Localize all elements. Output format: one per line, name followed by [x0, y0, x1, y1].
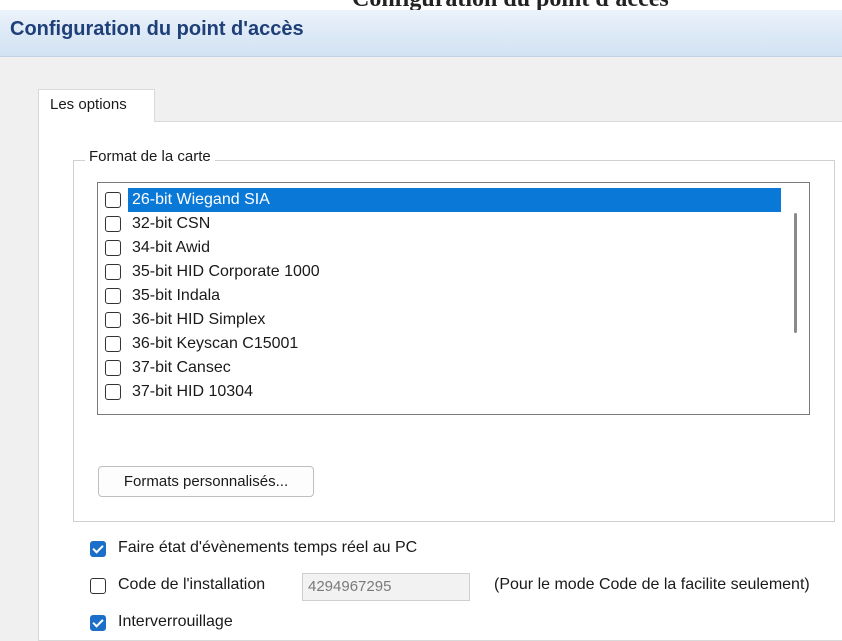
card-format-label: 35-bit HID Corporate 1000 [132, 263, 320, 280]
cropped-heading: Configuration du point d'accès [0, 0, 842, 10]
title-bar: Configuration du point d'accès [0, 10, 842, 57]
card-format-item[interactable]: 37-bit HID 10304 [98, 380, 788, 404]
card-format-label: 37-bit HID 10304 [132, 383, 253, 400]
facility-code-checkbox[interactable] [90, 578, 106, 594]
card-format-item[interactable]: 35-bit Indala [98, 284, 788, 308]
cropped-heading-text: Configuration du point d'accès [352, 0, 842, 10]
card-format-label: 26-bit Wiegand SIA [128, 188, 781, 212]
report-events-checkbox[interactable] [90, 541, 106, 557]
card-format-item[interactable]: 32-bit CSN [98, 212, 788, 236]
card-format-checkbox[interactable] [105, 360, 121, 376]
card-format-checkbox[interactable] [105, 264, 121, 280]
card-format-label: 34-bit Awid [132, 239, 210, 256]
facility-code-label: Code de l'installation [118, 576, 266, 593]
list-scrollbar-thumb[interactable] [794, 213, 797, 333]
card-format-item[interactable]: 36-bit HID Simplex [98, 308, 788, 332]
card-format-item[interactable]: 26-bit Wiegand SIA [98, 188, 788, 212]
card-format-item[interactable]: 37-bit Cansec [98, 356, 788, 380]
card-format-item[interactable]: 36-bit Keyscan C15001 [98, 332, 788, 356]
card-format-label: 36-bit HID Simplex [132, 311, 266, 328]
card-format-label: 37-bit Cansec [132, 359, 231, 376]
card-format-label: 36-bit Keyscan C15001 [132, 335, 299, 352]
card-format-checkbox[interactable] [105, 240, 121, 256]
facility-code-note: (Pour le mode Code de la facilite seulem… [494, 576, 810, 593]
card-format-label: 32-bit CSN [132, 215, 211, 232]
card-format-item[interactable]: 34-bit Awid [98, 236, 788, 260]
tab-options-label: Les options [50, 96, 127, 113]
card-format-checkbox[interactable] [105, 312, 121, 328]
card-format-label: 35-bit Indala [132, 287, 221, 304]
card-format-checkbox[interactable] [105, 336, 121, 352]
card-format-checkbox[interactable] [105, 384, 121, 400]
interlock-checkbox[interactable] [90, 615, 106, 631]
card-format-group-label: Format de la carte [85, 148, 215, 165]
report-events-label: Faire état d'évènements temps réel au PC [118, 539, 418, 556]
tab-options[interactable]: Les options [38, 89, 155, 122]
card-format-checkbox[interactable] [105, 216, 121, 232]
card-format-item[interactable]: 35-bit HID Corporate 1000 [98, 260, 788, 284]
interlock-label: Interverrouillage [118, 613, 233, 630]
card-format-checkbox[interactable] [105, 288, 121, 304]
window-title: Configuration du point d'accès [10, 18, 304, 40]
card-format-list[interactable]: 26-bit Wiegand SIA 32-bit CSN 34-bit Awi… [97, 182, 810, 415]
facility-code-input[interactable]: 4294967295 [302, 573, 470, 601]
custom-formats-button[interactable]: Formats personnalisés... [98, 466, 314, 497]
card-format-checkbox[interactable] [105, 192, 121, 208]
